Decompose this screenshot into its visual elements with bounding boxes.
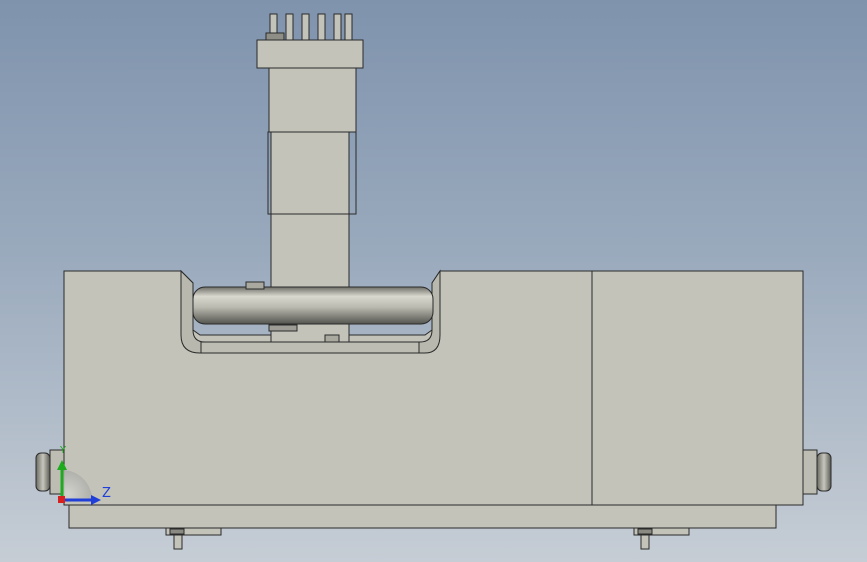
roller-shaft xyxy=(192,281,434,325)
y-axis-label: Y xyxy=(60,445,67,456)
z-axis-label: Z xyxy=(102,486,111,501)
stem-lower xyxy=(268,323,350,343)
bottom-plate xyxy=(68,504,777,529)
x-axis-dot xyxy=(58,496,65,503)
graphics-viewport[interactable]: Y Z xyxy=(0,0,867,562)
right-fitting xyxy=(802,449,832,495)
model-view[interactable] xyxy=(0,0,867,562)
cylinder-column xyxy=(256,13,364,289)
bottom-studs xyxy=(165,527,690,550)
